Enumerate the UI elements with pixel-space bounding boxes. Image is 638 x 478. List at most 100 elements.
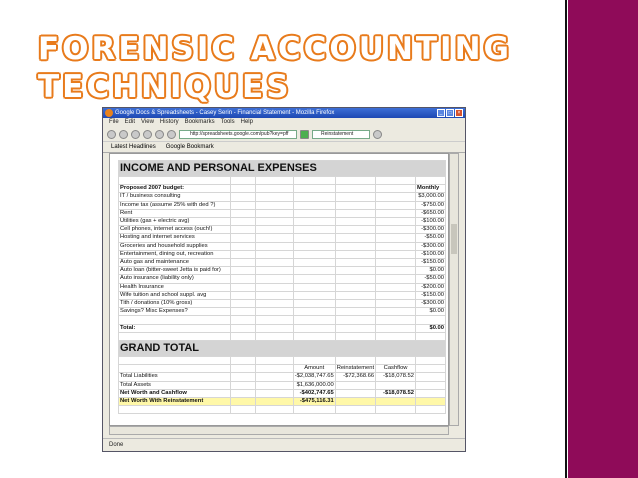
cell — [292, 405, 336, 415]
cell — [334, 233, 377, 243]
forward-icon[interactable] — [119, 129, 128, 139]
cell — [255, 405, 294, 415]
stop-icon[interactable] — [143, 129, 152, 139]
bookmark-google[interactable]: Google Bookmark — [166, 144, 214, 150]
table-row — [118, 405, 446, 415]
cell — [229, 274, 257, 284]
menu-item-bookmarks[interactable]: Bookmarks — [185, 118, 215, 127]
menu-item-file[interactable]: File — [109, 118, 119, 127]
search-input[interactable]: Reinstatement — [312, 129, 370, 139]
grand-row-amount: -$2,038,747.65 — [292, 372, 336, 382]
cell — [292, 356, 336, 366]
table-row: Net Worth and Cashflow -$402,747.65 -$18,0… — [118, 388, 446, 399]
column-header-reinstatement: Reinstatement — [334, 364, 377, 374]
bookmark-icon[interactable] — [167, 129, 176, 139]
cell — [334, 200, 377, 210]
cell — [255, 307, 294, 317]
home-icon[interactable] — [155, 129, 164, 139]
expense-value: -$300.00 — [415, 225, 446, 235]
cell — [375, 299, 416, 309]
expense-value: -$50.00 — [415, 233, 446, 243]
section-title-grand-total: GRAND TOTAL — [118, 340, 446, 358]
cell — [292, 299, 336, 309]
cell — [255, 225, 294, 235]
slide-accent-divider — [565, 0, 567, 478]
cell — [255, 331, 294, 342]
grand-row-reinstatement — [334, 380, 377, 390]
cell — [292, 315, 336, 325]
cell — [229, 388, 257, 399]
cell — [229, 331, 257, 342]
section-title-income: INCOME AND PERSONAL EXPENSES — [118, 160, 446, 177]
bookmark-latest-headlines[interactable]: Latest Headlines — [111, 144, 156, 150]
cell — [375, 323, 416, 333]
cell — [292, 175, 336, 186]
scroll-thumb[interactable] — [451, 224, 457, 254]
cell — [118, 315, 231, 325]
firefox-icon — [105, 109, 113, 117]
cell — [255, 249, 294, 260]
expense-label: Income tax (assume 25% with ded ?) — [118, 200, 231, 210]
menu-item-history[interactable]: History — [160, 118, 179, 127]
cell — [334, 216, 377, 227]
cell — [375, 200, 416, 210]
cell — [255, 241, 294, 251]
cell — [229, 380, 257, 390]
cell — [334, 192, 377, 202]
window-controls: _ □ × — [437, 109, 463, 117]
cell — [292, 233, 336, 243]
menu-item-tools[interactable]: Tools — [221, 118, 235, 127]
grand-row-cashflow — [375, 397, 416, 407]
table-row: Auto loan (bitter-sweet Jetta is paid fo… — [118, 266, 446, 276]
cell — [255, 266, 294, 276]
horizontal-scrollbar[interactable] — [109, 426, 449, 435]
cell — [292, 225, 336, 235]
cell — [375, 249, 416, 260]
grand-row-amount: $1,636,000.00 — [292, 380, 336, 390]
cell — [292, 282, 336, 292]
cell — [375, 356, 416, 366]
expense-value: -$100.00 — [415, 216, 446, 227]
monthly-label: Monthly — [415, 184, 446, 194]
menu-item-view[interactable]: View — [141, 118, 154, 127]
table-row: Rent -$650.00 — [118, 208, 446, 219]
grand-row-reinstatement — [334, 397, 377, 407]
table-row: Entertainment, dining out, recreation -$1… — [118, 249, 446, 260]
expense-value: -$200.00 — [415, 282, 446, 292]
cell — [292, 290, 336, 301]
cell — [229, 184, 257, 194]
column-header-cashflow: Cashflow — [375, 364, 416, 374]
cell — [229, 258, 257, 268]
expense-value: -$750.00 — [415, 200, 446, 210]
table-row: Auto gas and maintenance -$150.00 — [118, 258, 446, 268]
search-icon[interactable] — [373, 129, 382, 139]
back-icon[interactable] — [107, 129, 116, 139]
cell — [255, 388, 294, 399]
expense-label: Savings? Misc Expenses? — [118, 307, 231, 317]
expense-value: $0.00 — [415, 266, 446, 276]
close-button[interactable]: × — [455, 109, 463, 117]
url-bar[interactable]: http://spreadsheets.google.com/pub?key=p… — [179, 129, 297, 139]
table-row: Auto insurance (liability only) -$50.00 — [118, 274, 446, 284]
go-icon[interactable] — [300, 129, 309, 139]
cell — [334, 356, 377, 366]
cell — [229, 233, 257, 243]
expense-label: Hosting and internet services — [118, 233, 231, 243]
maximize-button[interactable]: □ — [446, 109, 454, 117]
expense-label: Utilities (gas + electric avg) — [118, 216, 231, 227]
cell — [255, 380, 294, 390]
expense-label: Health Insurance — [118, 282, 231, 292]
cell — [229, 175, 257, 186]
status-bar: Done — [103, 438, 465, 451]
cell — [292, 192, 336, 202]
reload-icon[interactable] — [131, 129, 140, 139]
vertical-scrollbar[interactable] — [449, 153, 459, 426]
cell — [415, 372, 446, 382]
minimize-button[interactable]: _ — [437, 109, 445, 117]
column-header-amount: Amount — [292, 364, 336, 374]
table-row: Tith / donations (10% gross) -$300.00 — [118, 299, 446, 309]
cell — [334, 282, 377, 292]
menu-item-edit[interactable]: Edit — [125, 118, 135, 127]
menu-item-help[interactable]: Help — [241, 118, 253, 127]
cell — [255, 216, 294, 227]
